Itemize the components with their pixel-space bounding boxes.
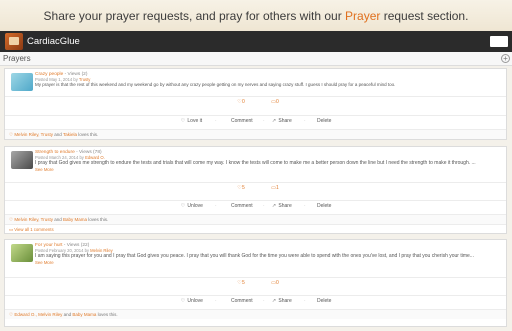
prayers-count: ♡5 bbox=[237, 185, 245, 191]
comment-button[interactable]: Comment bbox=[231, 118, 253, 124]
heart-icon: ♡ bbox=[180, 298, 186, 304]
actions-row: ♡ Love it · Comment · ↗ Share · Delete bbox=[5, 115, 506, 127]
delete-button[interactable]: Delete bbox=[317, 298, 331, 304]
share-button[interactable]: ↗ Share bbox=[271, 118, 292, 124]
likes-row: ♡ Edward O., Melvin Riley and Baby Mama … bbox=[5, 309, 506, 319]
comments-count: ▭1 bbox=[271, 185, 279, 191]
share-icon: ↗ bbox=[271, 118, 277, 124]
unlove-button[interactable]: ♡ Unlove bbox=[180, 298, 203, 304]
promo-banner: Share your prayer requests, and pray for… bbox=[0, 0, 512, 31]
likes-row: ♡ Melvin Riley, Trusty and Takiela loves… bbox=[5, 129, 506, 139]
actions-row: ♡ Unlove · Comment · ↗ Share · Delete bbox=[5, 295, 506, 307]
avatar[interactable] bbox=[11, 244, 33, 262]
share-icon: ↗ bbox=[271, 298, 277, 304]
likes-row: ♡ Melvin Riley, Trusty and Baby Mama lov… bbox=[5, 214, 506, 224]
heart-icon: ♡ bbox=[9, 312, 14, 317]
unlove-button[interactable]: ♡ Unlove bbox=[180, 203, 203, 209]
prayers-count: ♡0 bbox=[237, 99, 245, 105]
view-comments-link[interactable]: ▭ View all 1 comments bbox=[9, 227, 54, 233]
section-header: Prayers + bbox=[0, 52, 512, 66]
share-button[interactable]: ↗ Share bbox=[271, 203, 292, 209]
app-title: CardiacGlue bbox=[27, 36, 80, 47]
avatar[interactable] bbox=[11, 73, 33, 91]
banner-accent-word: Prayer bbox=[345, 9, 381, 23]
promo-banner-text: Share your prayer requests, and pray for… bbox=[0, 9, 512, 23]
section-title: Prayers bbox=[3, 54, 31, 63]
prayer-card: Strength to endure - Views (78) Posted M… bbox=[4, 146, 507, 234]
share-icon: ↗ bbox=[271, 203, 277, 209]
banner-text-before: Share your prayer requests, and pray for… bbox=[43, 9, 346, 23]
heart-icon: ♡ bbox=[9, 132, 14, 137]
delete-button[interactable]: Delete bbox=[317, 203, 331, 209]
comments-count: ▭0 bbox=[271, 280, 279, 286]
actions-row: ♡ Unlove · Comment · ↗ Share · Delete bbox=[5, 200, 506, 212]
post-body: I am saying this prayer for you and I pr… bbox=[35, 253, 474, 259]
prayers-count: ♡5 bbox=[237, 280, 245, 286]
comment-button[interactable]: Comment bbox=[231, 203, 253, 209]
likes-text: ♡ Melvin Riley, Trusty and Baby Mama lov… bbox=[9, 217, 109, 222]
counts-row: ♡5 ▭0 bbox=[5, 277, 506, 289]
prayer-card: Crazy people - Views (2) Posted May 1, 2… bbox=[4, 68, 507, 140]
see-more-link[interactable]: See More bbox=[35, 167, 54, 172]
banner-text-after: request section. bbox=[380, 9, 469, 23]
app-logo-icon[interactable] bbox=[5, 33, 23, 50]
post-body: I pray that God gives me strength to end… bbox=[35, 160, 476, 166]
likes-text: ♡ Melvin Riley, Trusty and Takiela loves… bbox=[9, 132, 99, 137]
comments-count: ▭0 bbox=[271, 99, 279, 105]
post-body: My prayer is that the rest of this weeke… bbox=[35, 82, 396, 87]
avatar[interactable] bbox=[11, 151, 33, 169]
prayer-card: For your hurt - Views (22) Posted Februa… bbox=[4, 239, 507, 327]
heart-icon: ♡ bbox=[180, 118, 186, 124]
heart-icon: ♡ bbox=[180, 203, 186, 209]
heart-icon: ♡ bbox=[9, 217, 14, 222]
counts-row: ♡5 ▭1 bbox=[5, 182, 506, 194]
view-comments-row: ▭ View all 1 comments bbox=[5, 224, 506, 233]
see-more-link[interactable]: See More bbox=[35, 260, 54, 265]
menu-icon[interactable] bbox=[490, 36, 508, 47]
add-prayer-icon[interactable]: + bbox=[501, 54, 510, 63]
counts-row: ♡0 ▭0 bbox=[5, 96, 506, 108]
delete-button[interactable]: Delete bbox=[317, 118, 331, 124]
likes-text: ♡ Edward O., Melvin Riley and Baby Mama … bbox=[9, 312, 118, 317]
comment-icon: ▭ bbox=[9, 227, 14, 232]
comment-button[interactable]: Comment bbox=[231, 298, 253, 304]
love-button[interactable]: ♡ Love it bbox=[180, 118, 202, 124]
share-button[interactable]: ↗ Share bbox=[271, 298, 292, 304]
app-bar: CardiacGlue bbox=[0, 31, 512, 52]
